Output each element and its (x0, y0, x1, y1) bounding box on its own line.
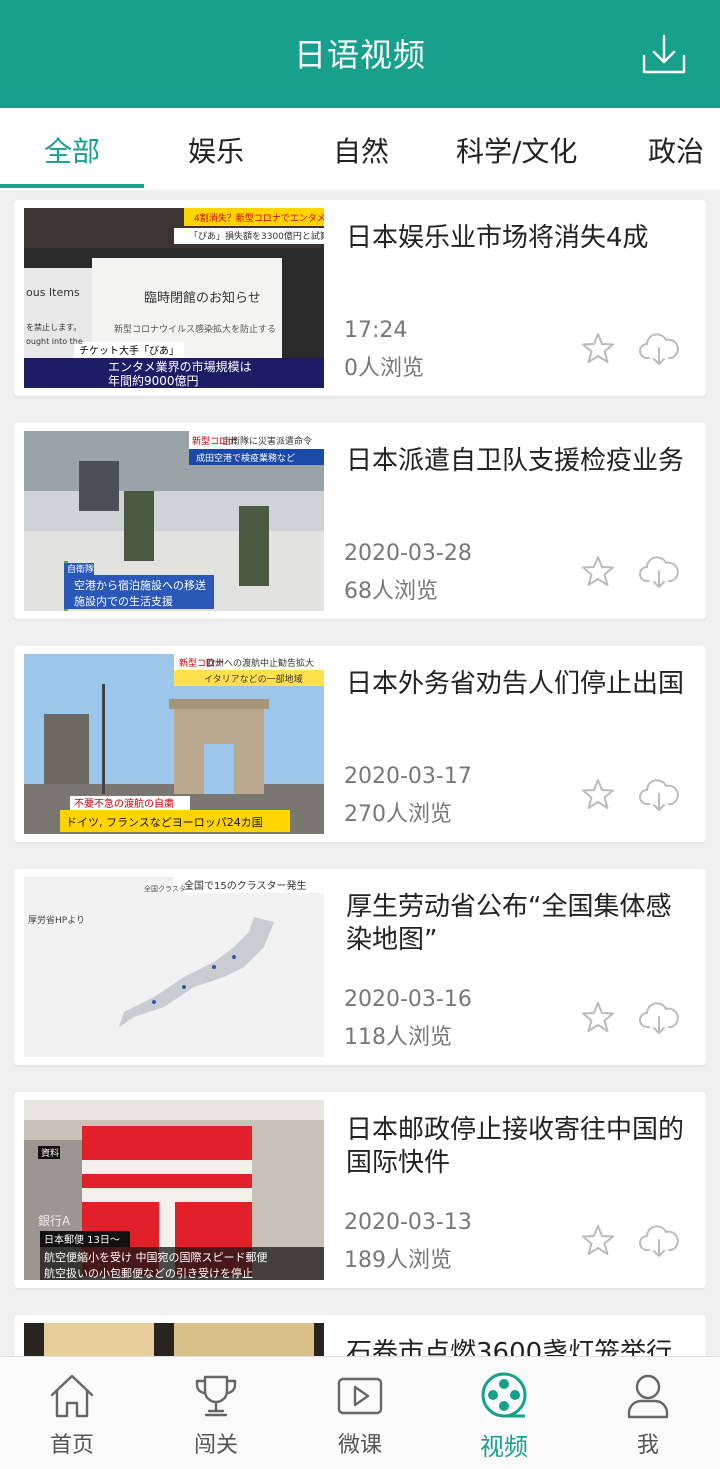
cloud-download-icon[interactable] (638, 328, 680, 368)
thumb-caption: 欧州への渡航中止勧告拡大 (206, 657, 314, 669)
favorite-star-icon[interactable] (580, 1222, 616, 1258)
tab-entertainment[interactable]: 娱乐 (188, 130, 244, 170)
video-title: 厚生劳动省公布“全国集体感染地图” (346, 892, 672, 955)
video-view-count: 270人浏览 (344, 802, 452, 827)
cloud-download-icon[interactable] (638, 551, 680, 591)
cloud-download-icon[interactable] (638, 1220, 680, 1260)
video-view-count: 0人浏览 (344, 356, 424, 381)
nav-video[interactable]: 视频 (454, 1371, 554, 1462)
thumb-caption: 自衛隊に災害派遣命令 (222, 435, 312, 447)
video-list[interactable]: 4割消失？新型コロナでエンタメ危機 「ぴあ」損失額を3300億円と試算 臨時閉館… (0, 190, 720, 1356)
thumb-caption: 新型コロナウイルス感染拡大を防止する (114, 323, 276, 335)
video-thumbnail[interactable]: 4割消失？新型コロナでエンタメ危機 「ぴあ」損失額を3300億円と試算 臨時閉館… (24, 208, 324, 388)
trophy-icon (195, 1375, 237, 1417)
thumb-caption: 年間約9000億円 (108, 373, 199, 388)
video-card[interactable]: 4割消失？新型コロナでエンタメ危機 「ぴあ」損失額を3300億円と試算 臨時閉館… (14, 200, 706, 396)
page-title: 日语视频 (293, 36, 426, 74)
video-date: 2020-03-16 (344, 987, 472, 1012)
thumb-caption: 施設内での生活支援 (74, 594, 173, 608)
nav-label: 我 (636, 1433, 659, 1458)
video-thumbnail[interactable] (24, 1323, 324, 1356)
video-view-count: 68人浏览 (344, 579, 438, 604)
video-card[interactable]: 石卷市点燃3600盏灯笼举行 (14, 1315, 706, 1356)
nav-label: 闯关 (193, 1433, 238, 1458)
thumb-caption: 「ぴあ」損失額を3300億円と試算 (189, 230, 324, 242)
thumb-caption: 資料 (41, 1147, 59, 1159)
favorite-star-icon[interactable] (580, 330, 616, 366)
nav-home[interactable]: 首页 (22, 1371, 122, 1459)
nav-micro-lesson[interactable]: 微课 (310, 1371, 410, 1459)
favorite-star-icon[interactable] (580, 999, 616, 1035)
nav-me[interactable]: 我 (598, 1371, 698, 1459)
thumb-caption: 航空便縮小を受け 中国宛の国際スピード郵便 (44, 1250, 268, 1264)
video-date: 17:24 (344, 318, 408, 343)
cloud-download-icon[interactable] (638, 997, 680, 1037)
nav-label: 首页 (49, 1433, 94, 1458)
tab-nature[interactable]: 自然 (333, 130, 389, 170)
thumb-caption: 自衛隊 (67, 563, 94, 575)
cloud-download-icon[interactable] (638, 774, 680, 814)
nav-challenge[interactable]: 闯关 (166, 1371, 266, 1459)
thumb-caption: 全国クラスター (144, 884, 193, 893)
video-date: 2020-03-13 (344, 1210, 472, 1235)
video-thumbnail[interactable]: 全国で15のクラスター発生 厚労省HPより 全国クラスター (24, 877, 324, 1057)
home-icon (50, 1374, 94, 1418)
thumb-caption: ought into the (26, 337, 83, 346)
active-tab-indicator (0, 184, 144, 188)
video-date: 2020-03-28 (344, 541, 472, 566)
favorite-star-icon[interactable] (580, 553, 616, 589)
thumb-caption: を禁止します。 (26, 322, 81, 332)
tab-all[interactable]: 全部 (44, 130, 100, 170)
thumb-caption: 臨時閉館のお知らせ (144, 290, 261, 306)
thumb-caption: ドイツ, フランスなどヨーロッパ24カ国 (66, 816, 263, 829)
video-title: 日本派遣自卫队支援检疫业务 (346, 446, 685, 476)
nav-label: 微课 (337, 1433, 382, 1458)
video-card[interactable]: 新型コロナ 自衛隊に災害派遣命令 成田空港で検疫業務など 自衛隊 空港から宿泊施… (14, 423, 706, 619)
video-thumbnail[interactable]: 資料 日本郵便 13日～ 航空便縮小を受け 中国宛の国際スピード郵便 航空扱いの… (24, 1100, 324, 1280)
video-title: 石卷市点燃3600盏灯笼举行 (346, 1338, 673, 1356)
thumb-caption: 成田空港で検疫業務など (196, 452, 295, 464)
play-icon (337, 1377, 383, 1415)
video-title: 日本外务省劝告人们停止出国 (346, 669, 685, 699)
video-thumbnail[interactable]: 新型コロナ 自衛隊に災害派遣命令 成田空港で検疫業務など 自衛隊 空港から宿泊施… (24, 431, 324, 611)
tab-science-culture[interactable]: 科学/文化 (456, 130, 577, 170)
thumb-caption: エンタメ業界の市場規模は (108, 359, 252, 374)
thumb-caption: イタリアなどの一部地域 (204, 673, 303, 685)
thumb-caption: 日本郵便 13日～ (44, 1233, 120, 1246)
person-icon (627, 1374, 669, 1419)
video-card[interactable]: 全国で15のクラスター発生 厚労省HPより 全国クラスター 厚生劳动省公布“全国… (14, 869, 706, 1065)
thumb-caption: 航空扱いの小包郵便などの引き受けを停止 (44, 1266, 253, 1280)
video-title: 日本娱乐业市场将消失4成 (346, 223, 649, 253)
video-date: 2020-03-17 (344, 764, 472, 789)
download-icon[interactable] (640, 30, 688, 78)
thumb-caption: 全国で15のクラスター発生 (184, 879, 307, 892)
favorite-star-icon[interactable] (580, 776, 616, 812)
category-tabs: 全部 娱乐 自然 科学/文化 政治 (0, 108, 720, 190)
thumb-caption: 4割消失？新型コロナでエンタメ危機 (194, 212, 324, 224)
nav-label: 视频 (480, 1433, 528, 1461)
video-card[interactable]: 新型コロナ 欧州への渡航中止勧告拡大 イタリアなどの一部地域 不要不急の渡航の自… (14, 646, 706, 842)
thumb-caption: 不要不急の渡航の自粛 (74, 797, 174, 810)
film-reel-icon (481, 1372, 527, 1418)
video-thumbnail[interactable]: 新型コロナ 欧州への渡航中止勧告拡大 イタリアなどの一部地域 不要不急の渡航の自… (24, 654, 324, 834)
thumb-caption: 厚労省HPより (28, 914, 85, 926)
video-view-count: 189人浏览 (344, 1248, 452, 1273)
video-title: 日本邮政停止接收寄往中国的国际快件 (346, 1115, 685, 1178)
thumb-caption: チケット大手「ぴあ」 (79, 344, 179, 357)
video-view-count: 118人浏览 (344, 1025, 452, 1050)
bottom-navigation: 首页 闯关 微课 视频 我 (0, 1356, 720, 1469)
tab-politics[interactable]: 政治 (648, 130, 704, 170)
thumb-caption: 空港から宿泊施設への移送 (74, 578, 206, 592)
thumb-caption: ous Items (26, 286, 80, 299)
video-card[interactable]: 資料 日本郵便 13日～ 航空便縮小を受け 中国宛の国際スピード郵便 航空扱いの… (14, 1092, 706, 1288)
app-header: 日语视频 (0, 0, 720, 108)
thumb-caption: 銀行A (38, 1214, 71, 1228)
